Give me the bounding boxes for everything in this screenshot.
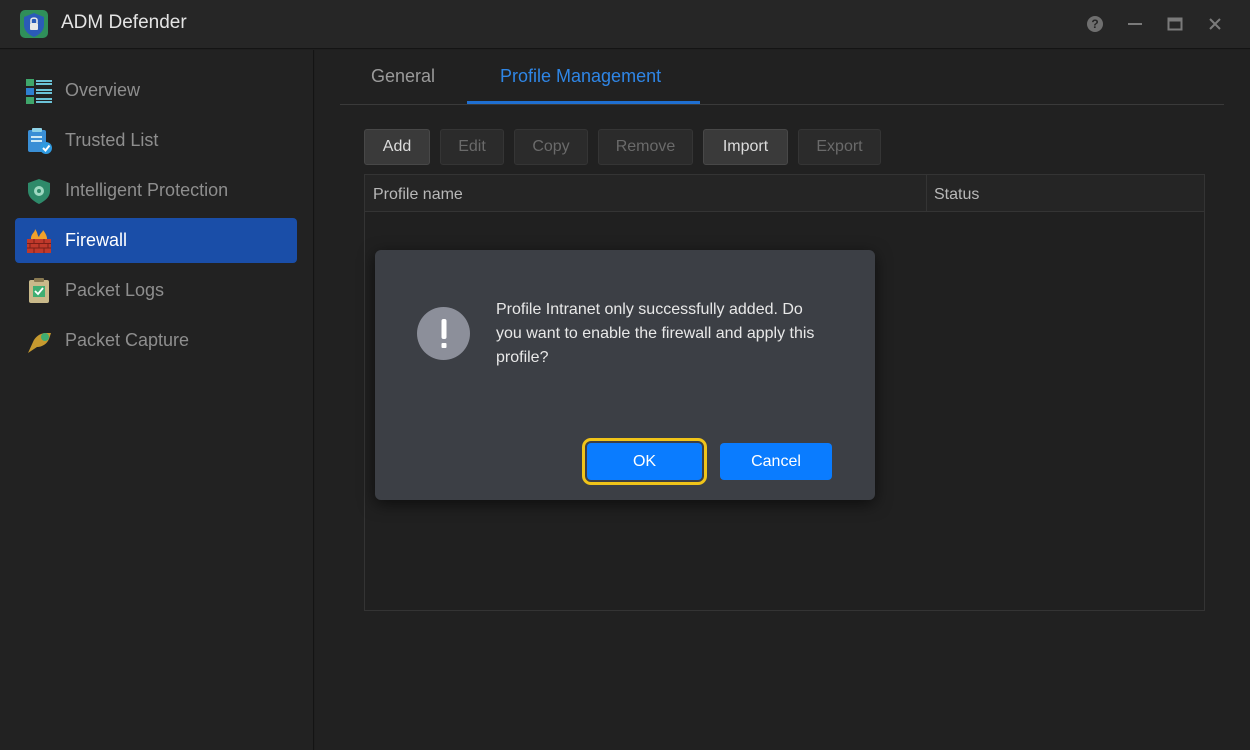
help-icon[interactable]: ? xyxy=(1085,14,1105,34)
sidebar: Overview Trusted List Intelligent Protec… xyxy=(0,50,314,750)
packet-capture-icon xyxy=(25,327,53,355)
tab-general[interactable]: General xyxy=(371,66,435,87)
sidebar-item-label: Trusted List xyxy=(65,130,159,150)
shield-icon xyxy=(25,177,53,205)
sidebar-item-overview[interactable]: Overview xyxy=(15,68,297,113)
tab-bar: General Profile Management xyxy=(340,50,1224,105)
maximize-icon[interactable] xyxy=(1165,14,1185,34)
table-header: Profile name Status xyxy=(365,175,1204,212)
edit-button[interactable]: Edit xyxy=(440,129,504,165)
sidebar-item-label: Firewall xyxy=(65,230,128,250)
sidebar-item-label: Intelligent Protection xyxy=(65,180,229,200)
minimize-icon[interactable] xyxy=(1125,14,1145,34)
cancel-button[interactable]: Cancel xyxy=(720,443,832,480)
ok-button[interactable]: OK xyxy=(582,438,707,485)
copy-button[interactable]: Copy xyxy=(514,129,588,165)
close-icon[interactable] xyxy=(1205,14,1225,34)
tab-profile-management[interactable]: Profile Management xyxy=(500,66,661,87)
sidebar-item-firewall[interactable]: Firewall xyxy=(15,218,297,263)
confirm-dialog: Profile Intranet only successfully added… xyxy=(375,250,875,500)
add-button[interactable]: Add xyxy=(364,129,430,165)
active-tab-indicator xyxy=(467,101,700,104)
app-title: ADM Defender xyxy=(61,12,187,33)
import-button[interactable]: Import xyxy=(703,129,788,165)
packet-logs-icon xyxy=(25,277,53,305)
overview-icon xyxy=(25,77,53,105)
column-divider[interactable] xyxy=(926,175,927,212)
column-header-status[interactable]: Status xyxy=(934,186,979,204)
sidebar-item-packet-capture[interactable]: Packet Capture xyxy=(15,318,297,363)
column-header-profile-name[interactable]: Profile name xyxy=(373,186,463,204)
sidebar-item-intelligent-protection[interactable]: Intelligent Protection xyxy=(15,168,297,213)
remove-button[interactable]: Remove xyxy=(598,129,693,165)
app-logo-icon xyxy=(19,9,49,39)
sidebar-item-label: Packet Capture xyxy=(65,330,190,350)
dialog-message: Profile Intranet only successfully added… xyxy=(496,301,815,366)
svg-text:?: ? xyxy=(1091,17,1098,31)
trusted-list-icon xyxy=(25,127,53,155)
exclamation-icon xyxy=(417,307,470,360)
sidebar-item-label: Overview xyxy=(65,80,141,100)
sidebar-item-label: Packet Logs xyxy=(65,280,165,300)
sidebar-item-trusted-list[interactable]: Trusted List xyxy=(15,118,297,163)
firewall-icon xyxy=(25,227,53,255)
sidebar-item-packet-logs[interactable]: Packet Logs xyxy=(15,268,297,313)
title-bar: ADM Defender ? xyxy=(0,0,1250,49)
export-button[interactable]: Export xyxy=(798,129,881,165)
